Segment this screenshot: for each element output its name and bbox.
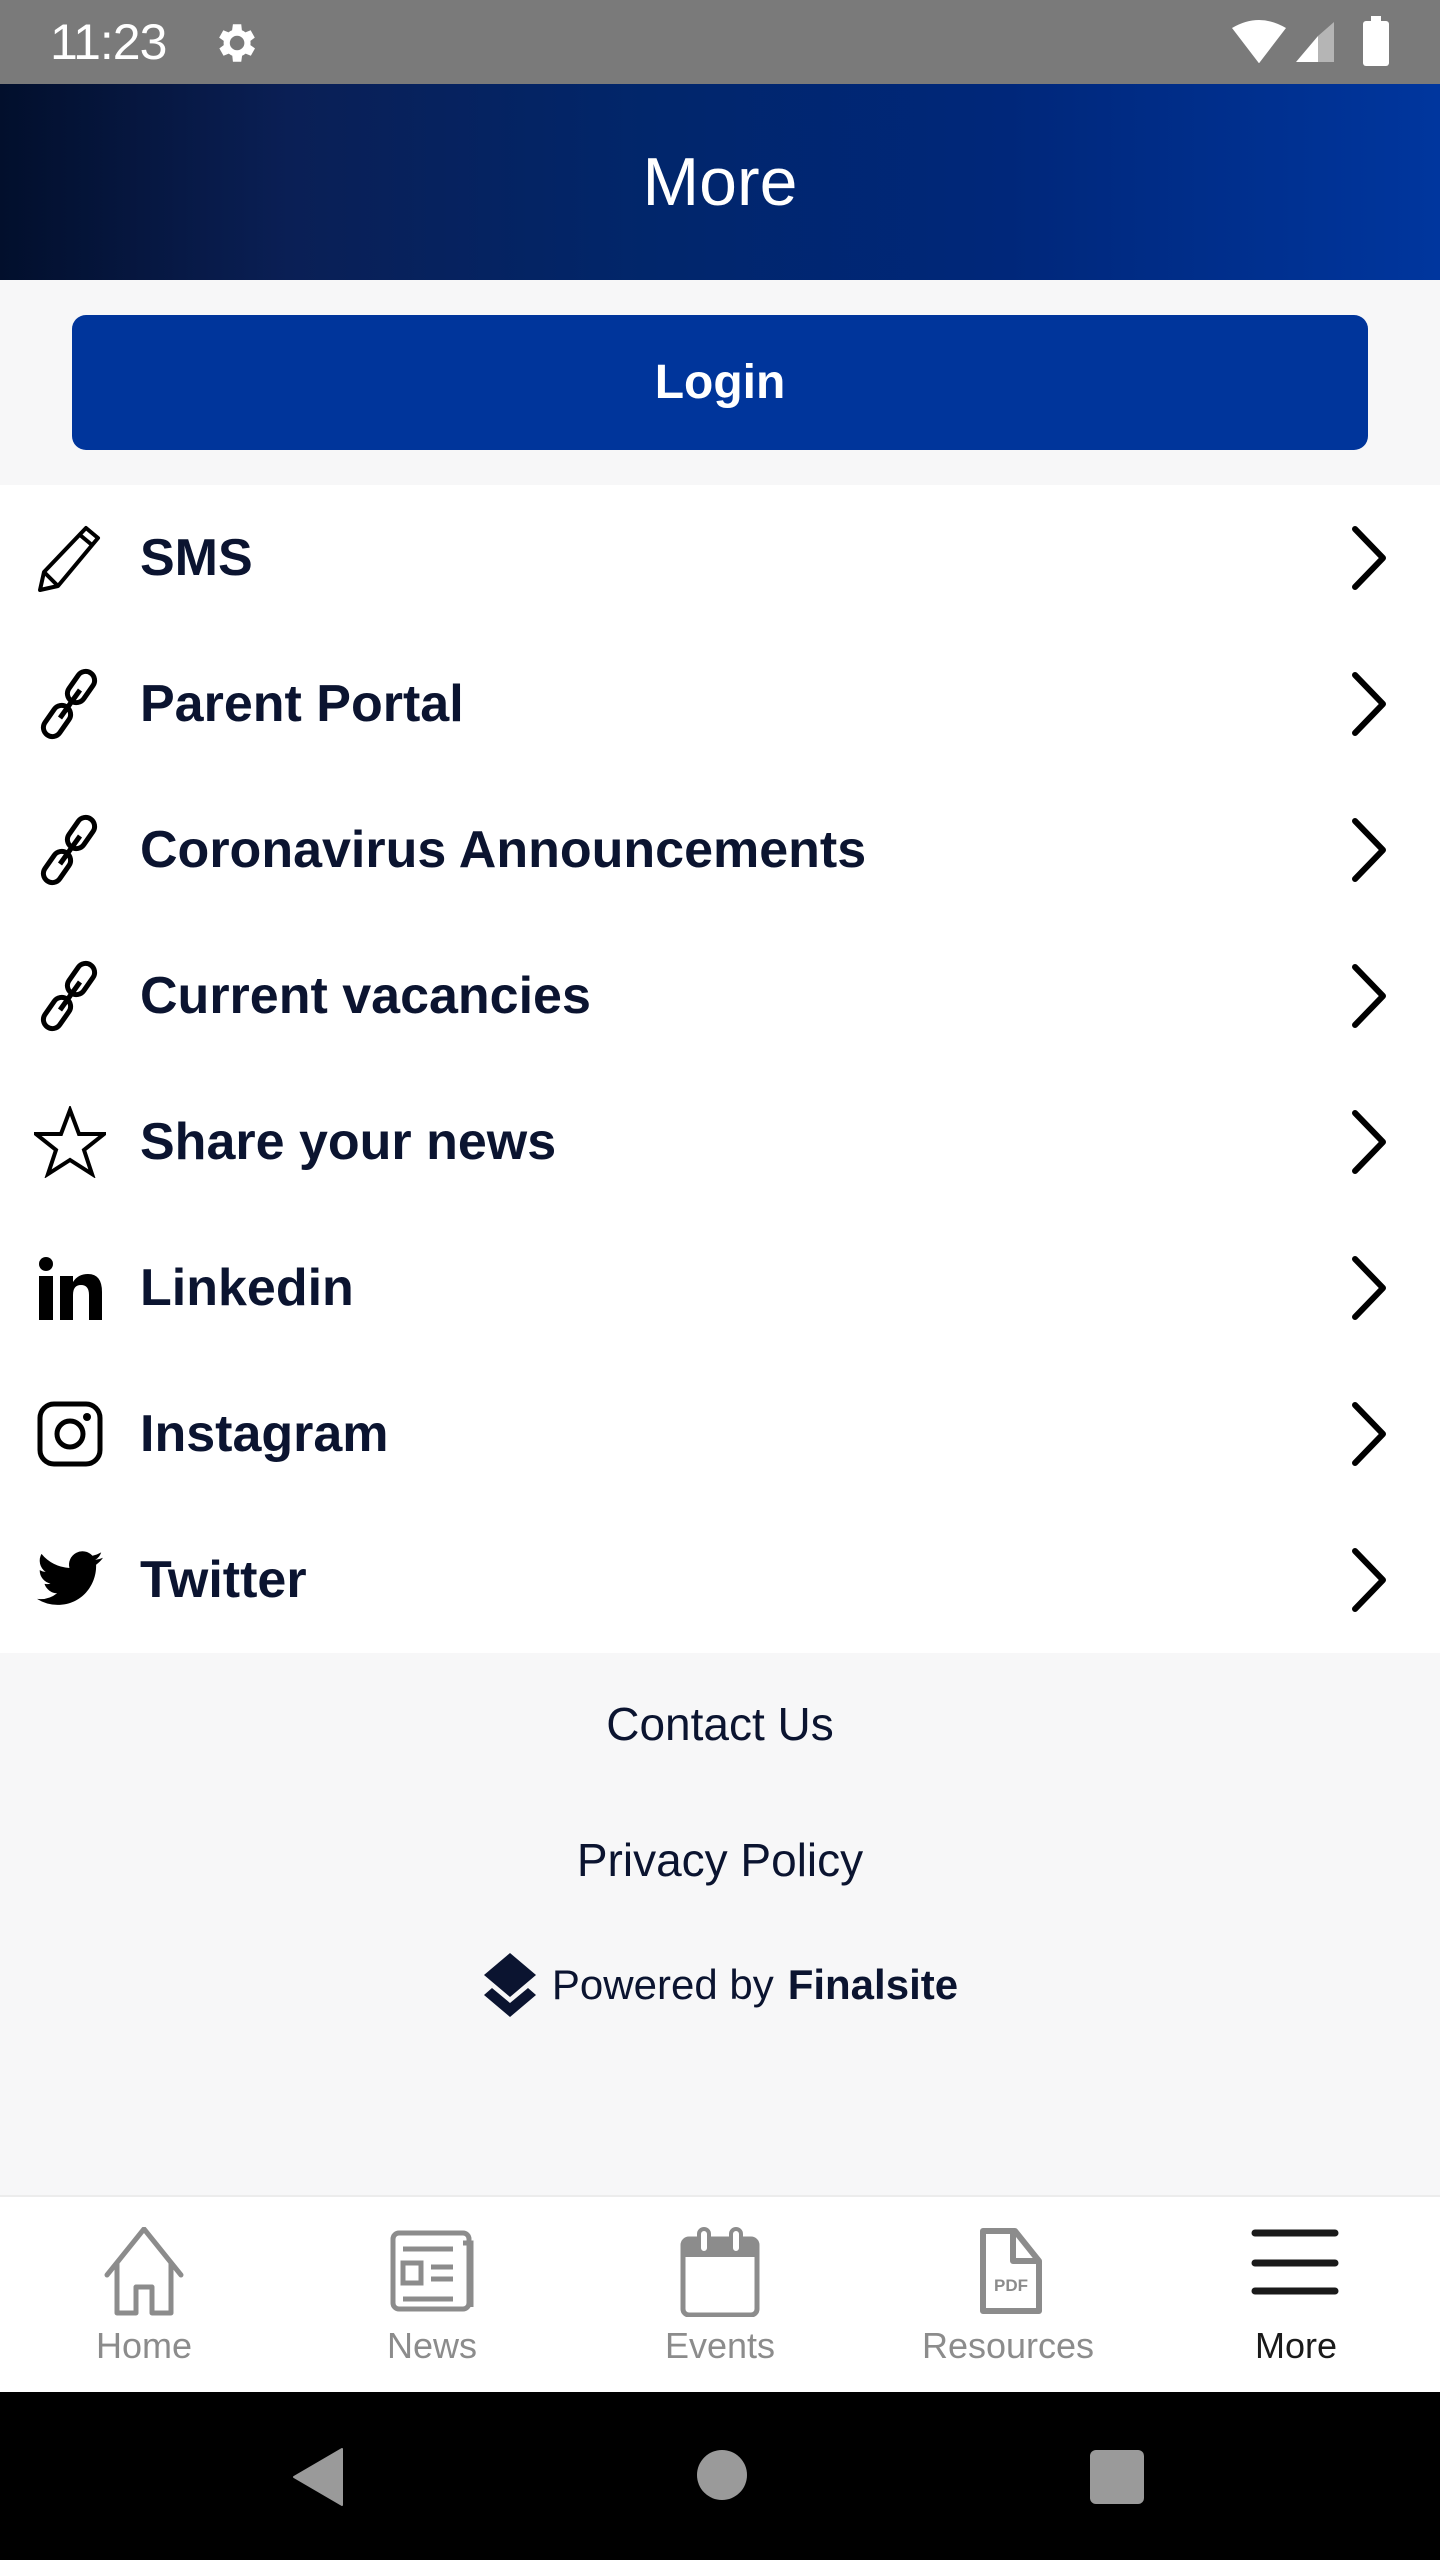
finalsite-logo-icon — [483, 1953, 536, 2017]
system-navigation-bar — [0, 2392, 1440, 2560]
battery-icon — [1363, 16, 1389, 66]
menu-item-linkedin[interactable]: Linkedin — [0, 1215, 1440, 1361]
chevron-right-icon — [1352, 818, 1386, 882]
calendar-icon — [680, 2227, 760, 2317]
menu-list: SMS Parent Portal Coronavirus Announceme… — [0, 485, 1440, 1653]
chevron-right-icon — [1352, 526, 1386, 590]
tab-events[interactable]: Events — [576, 2197, 864, 2392]
finalsite-brand: Finalsite — [787, 1961, 959, 2008]
gear-icon — [219, 24, 255, 62]
link-icon — [34, 814, 106, 886]
tab-label: More — [1254, 2325, 1338, 2366]
status-bar: 11:23 — [0, 0, 1440, 84]
chevron-right-icon — [1352, 964, 1386, 1028]
home-system-button[interactable] — [697, 2450, 747, 2500]
link-icon — [34, 668, 106, 740]
menu-item-sms[interactable]: SMS — [0, 485, 1440, 631]
status-time: 11:23 — [50, 14, 167, 70]
menu-item-label: Coronavirus Announcements — [140, 821, 867, 879]
linkedin-icon — [34, 1252, 106, 1324]
menu-item-parent-portal[interactable]: Parent Portal — [0, 631, 1440, 777]
wifi-icon — [1232, 20, 1286, 63]
chevron-right-icon — [1352, 1110, 1386, 1174]
menu-item-current-vacancies[interactable]: Current vacancies — [0, 923, 1440, 1069]
bottom-nav: Home News Events PDF Resources More — [0, 2195, 1440, 2392]
menu-item-label: Share your news — [140, 1113, 557, 1171]
menu-item-share-your-news[interactable]: Share your news — [0, 1069, 1440, 1215]
twitter-icon — [34, 1544, 106, 1616]
back-icon[interactable] — [290, 2447, 346, 2507]
menu-item-label: SMS — [140, 529, 253, 587]
tab-news[interactable]: News — [288, 2197, 576, 2392]
menu-item-label: Twitter — [140, 1551, 307, 1609]
tab-label: Resources — [921, 2325, 1095, 2366]
menu-item-twitter[interactable]: Twitter — [0, 1507, 1440, 1653]
menu-item-label: Current vacancies — [140, 967, 591, 1025]
tab-home[interactable]: Home — [0, 2197, 288, 2392]
login-section: Login — [0, 280, 1440, 485]
powered-by-finalsite[interactable]: Powered by Finalsite — [0, 1953, 1440, 2017]
contact-us-link[interactable]: Contact Us — [0, 1697, 1440, 1751]
tab-label: Events — [664, 2325, 776, 2366]
tab-resources[interactable]: PDF Resources — [864, 2197, 1152, 2392]
chevron-right-icon — [1352, 1548, 1386, 1612]
signal-icon — [1296, 22, 1334, 62]
menu-item-instagram[interactable]: Instagram — [0, 1361, 1440, 1507]
login-button[interactable]: Login — [72, 315, 1368, 450]
app-header: More — [0, 84, 1440, 280]
tab-more[interactable]: More — [1152, 2197, 1440, 2392]
tab-label: News — [386, 2325, 478, 2366]
menu-item-label: Instagram — [140, 1405, 389, 1463]
footer: Contact Us Privacy Policy Powered by Fin… — [0, 1653, 1440, 2195]
pencil-icon — [34, 522, 106, 594]
powered-by-text: Powered by — [551, 1961, 774, 2008]
recents-system-button[interactable] — [1090, 2450, 1144, 2504]
chevron-right-icon — [1352, 672, 1386, 736]
link-icon — [34, 960, 106, 1032]
home-icon — [104, 2227, 184, 2316]
privacy-policy-link[interactable]: Privacy Policy — [0, 1833, 1440, 1887]
instagram-icon — [34, 1398, 106, 1470]
tab-label: Home — [95, 2325, 193, 2366]
menu-item-label: Parent Portal — [140, 675, 464, 733]
hamburger-menu-icon — [1251, 2229, 1339, 2295]
chevron-right-icon — [1352, 1402, 1386, 1466]
menu-item-label: Linkedin — [140, 1259, 354, 1317]
chevron-right-icon — [1352, 1256, 1386, 1320]
newspaper-icon — [390, 2230, 474, 2312]
svg-text:PDF: PDF — [994, 2276, 1028, 2295]
menu-item-coronavirus-announcements[interactable]: Coronavirus Announcements — [0, 777, 1440, 923]
star-icon — [34, 1106, 106, 1178]
pdf-file-icon: PDF — [980, 2228, 1042, 2314]
page-title: More — [642, 144, 798, 220]
